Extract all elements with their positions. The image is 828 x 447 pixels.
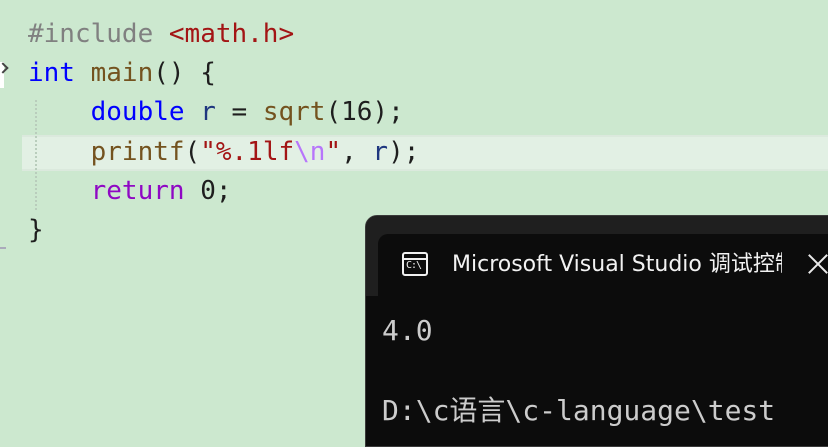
code-token-string: <math.h> xyxy=(168,19,295,49)
fold-arrow-icon[interactable] xyxy=(0,62,4,88)
code-token-plain: 0; xyxy=(184,176,232,206)
code-token-function: sqrt xyxy=(262,97,326,127)
code-line-4[interactable]: printf("%.1lf\n", r); xyxy=(28,133,420,171)
code-token-escape: \n xyxy=(294,137,326,167)
console-icon: C:\ xyxy=(402,252,428,276)
console-titlebar[interactable]: C:\ Microsoft Visual Studio 调试控制台 xyxy=(366,216,828,296)
code-token-string: "%.1lf xyxy=(200,137,295,167)
code-token-keyword: int xyxy=(28,58,75,88)
code-line-1[interactable]: #include <math.h> xyxy=(28,15,294,53)
gutter-marker xyxy=(0,247,6,249)
code-line-5[interactable]: return 0; xyxy=(28,172,232,210)
code-token-variable: r xyxy=(372,137,389,167)
code-token-function: printf xyxy=(90,137,185,167)
code-token-plain: = xyxy=(215,97,263,127)
code-token-keyword: double xyxy=(90,97,185,127)
code-token-plain: ); xyxy=(388,137,420,167)
console-output-line: 4.0 xyxy=(382,314,433,347)
console-path-line: D:\c语言\c-language\test xyxy=(382,394,776,427)
code-token-plain: } xyxy=(28,215,44,245)
code-token-variable: r xyxy=(200,97,216,127)
code-line-2[interactable]: int main() { xyxy=(28,54,216,92)
code-token-control: return xyxy=(90,176,185,206)
code-token-plain: (16); xyxy=(325,97,404,127)
code-token-plain: () { xyxy=(153,58,216,88)
close-icon[interactable] xyxy=(804,250,828,278)
console-tab-title: Microsoft Visual Studio 调试控制台 xyxy=(452,252,782,277)
code-token-plain: , xyxy=(341,137,373,167)
code-token-preprocessor: #include xyxy=(28,19,169,49)
code-token-function: main xyxy=(90,58,154,88)
code-token-plain: ( xyxy=(184,137,201,167)
code-token-string: " xyxy=(325,137,342,167)
debug-console-window[interactable]: C:\ Microsoft Visual Studio 调试控制台 4.0 D:… xyxy=(365,215,828,447)
code-line-6[interactable]: } xyxy=(28,211,44,249)
code-line-3[interactable]: double r = sqrt(16); xyxy=(28,93,404,131)
